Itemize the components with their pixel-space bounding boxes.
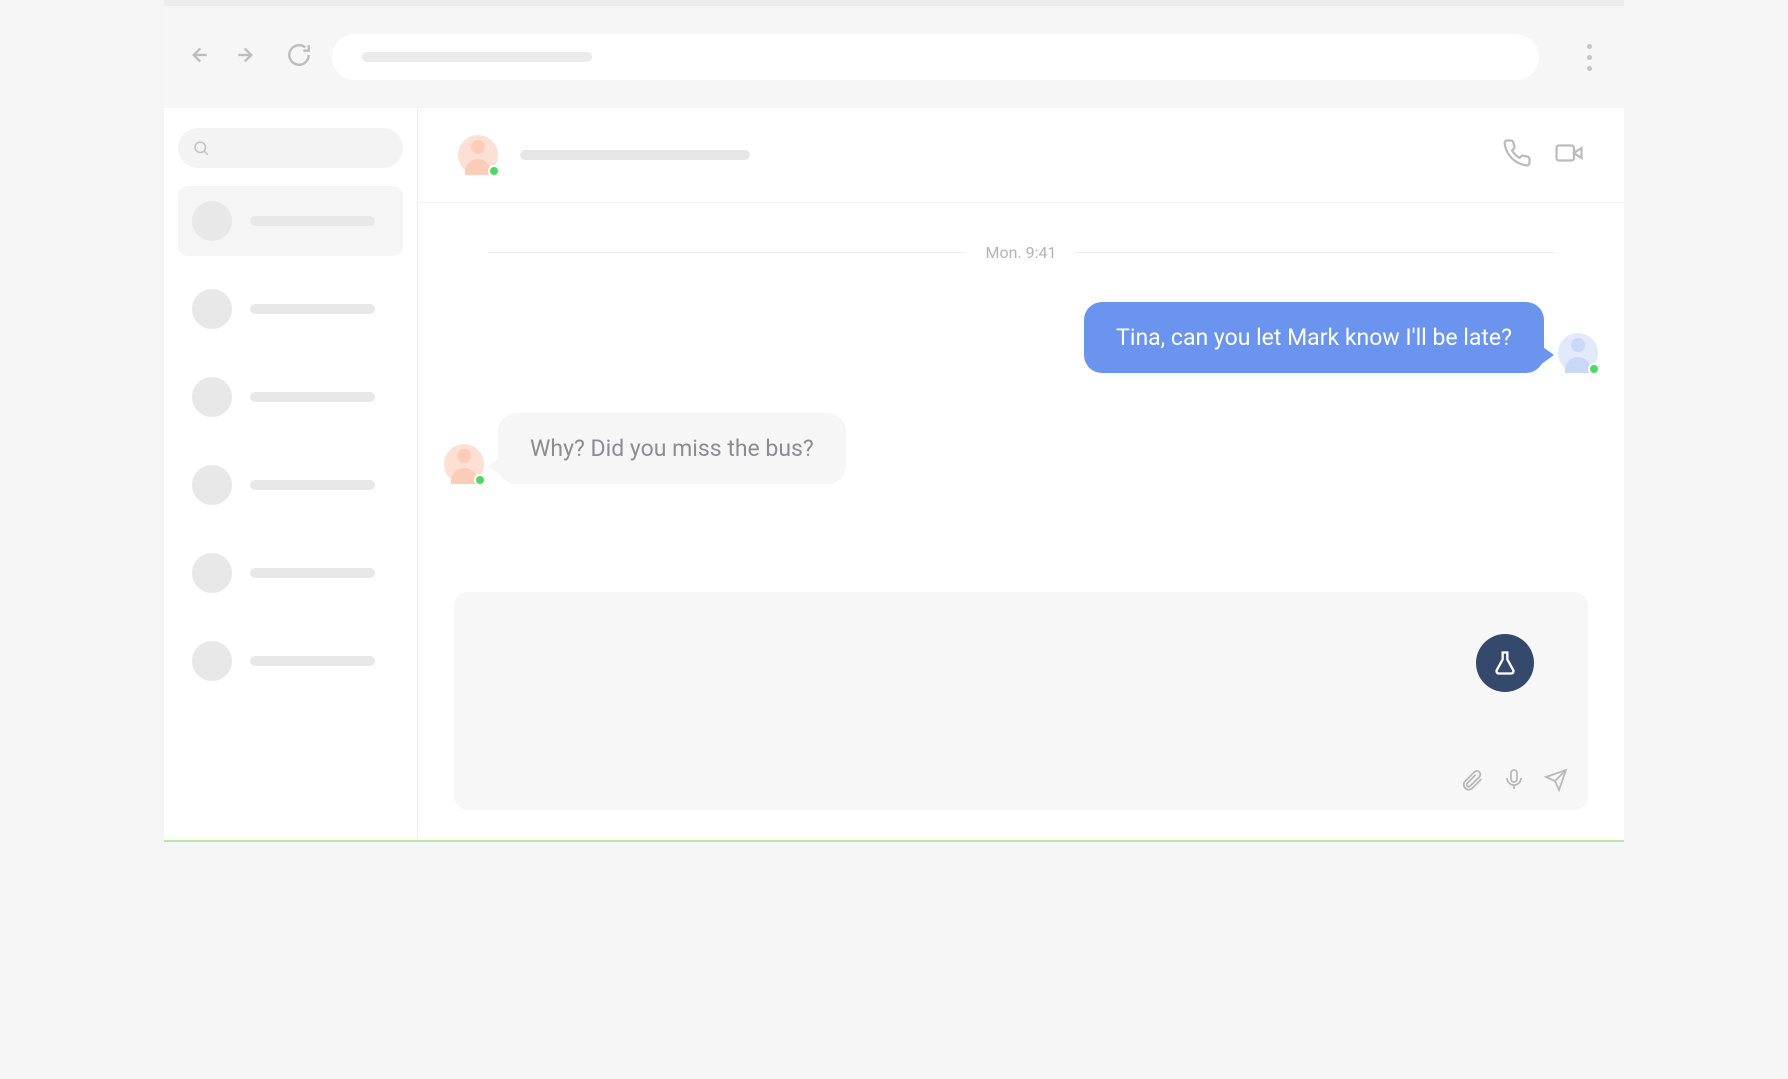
- online-indicator: [1588, 363, 1600, 375]
- contact-avatar[interactable]: [458, 135, 498, 175]
- phone-icon: [1502, 138, 1532, 168]
- video-icon: [1554, 138, 1584, 168]
- conversation-item[interactable]: [178, 362, 403, 432]
- url-placeholder: [362, 52, 592, 62]
- lab-button[interactable]: [1476, 634, 1534, 692]
- conversation-name-placeholder: [250, 392, 375, 402]
- microphone-icon: [1502, 768, 1526, 792]
- chat-area: Mon. 9:41 Tina, can you let Mark know I'…: [418, 108, 1624, 840]
- avatar: [192, 201, 232, 241]
- conversation-item[interactable]: [178, 450, 403, 520]
- composer-actions: [1460, 768, 1568, 796]
- sidebar: [164, 108, 418, 840]
- attach-button[interactable]: [1460, 768, 1484, 796]
- browser-menu-button[interactable]: [1574, 44, 1604, 71]
- messages-list: Mon. 9:41 Tina, can you let Mark know I'…: [418, 203, 1624, 592]
- conversation-name-placeholder: [250, 568, 375, 578]
- url-bar[interactable]: [332, 34, 1539, 80]
- conversation-item[interactable]: [178, 538, 403, 608]
- message-bubble-received[interactable]: Why? Did you miss the bus?: [498, 413, 846, 484]
- message-composer[interactable]: [454, 592, 1588, 810]
- send-icon: [1544, 768, 1568, 792]
- conversation-item[interactable]: [178, 626, 403, 696]
- flask-icon: [1491, 649, 1519, 677]
- message-row-received: Why? Did you miss the bus?: [444, 413, 1554, 484]
- message-row-sent: Tina, can you let Mark know I'll be late…: [488, 302, 1598, 373]
- chat-header: [418, 108, 1624, 203]
- avatar: [192, 641, 232, 681]
- avatar: [192, 289, 232, 329]
- send-button[interactable]: [1544, 768, 1568, 796]
- header-actions: [1502, 138, 1584, 172]
- contact-name-placeholder: [520, 150, 750, 160]
- conversation-name-placeholder: [250, 304, 375, 314]
- voice-message-button[interactable]: [1502, 768, 1526, 796]
- voice-call-button[interactable]: [1502, 138, 1532, 172]
- app-body: Mon. 9:41 Tina, can you let Mark know I'…: [164, 108, 1624, 840]
- paperclip-icon: [1460, 768, 1484, 792]
- back-button[interactable]: [184, 42, 210, 72]
- nav-icons: [184, 42, 312, 72]
- online-indicator: [488, 165, 500, 177]
- conversation-item[interactable]: [178, 186, 403, 256]
- search-icon: [192, 139, 210, 157]
- search-input[interactable]: [178, 128, 403, 168]
- avatar: [192, 377, 232, 417]
- self-avatar: [1558, 333, 1598, 373]
- timestamp-text: Mon. 9:41: [986, 243, 1057, 262]
- forward-button[interactable]: [235, 42, 261, 72]
- app-window: Mon. 9:41 Tina, can you let Mark know I'…: [164, 0, 1624, 842]
- conversation-item[interactable]: [178, 274, 403, 344]
- avatar: [192, 465, 232, 505]
- avatar: [192, 553, 232, 593]
- browser-toolbar: [164, 6, 1624, 108]
- contact-avatar: [444, 444, 484, 484]
- conversation-name-placeholder: [250, 480, 375, 490]
- message-bubble-sent[interactable]: Tina, can you let Mark know I'll be late…: [1084, 302, 1544, 373]
- reload-button[interactable]: [286, 42, 312, 72]
- online-indicator: [474, 474, 486, 486]
- timestamp-divider: Mon. 9:41: [488, 243, 1554, 262]
- conversation-name-placeholder: [250, 656, 375, 666]
- video-call-button[interactable]: [1554, 138, 1584, 172]
- conversation-name-placeholder: [250, 216, 375, 226]
